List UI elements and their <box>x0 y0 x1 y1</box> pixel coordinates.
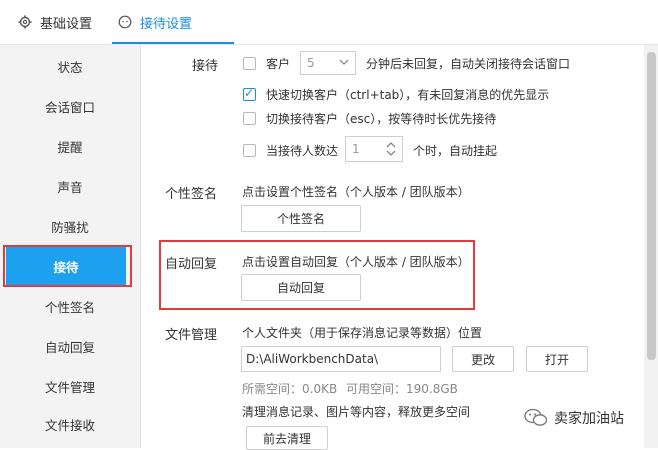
sidebar-item-label: 状态 <box>57 59 83 75</box>
watermark-text: 卖家加油站 <box>554 411 624 427</box>
clean-button[interactable]: 前去清理 <box>246 426 328 450</box>
signature-description: 点击设置个性签名（个人版本 / 团队版本） <box>242 185 470 199</box>
tab-reception-settings[interactable]: 接待设置 <box>118 0 192 44</box>
watermark: 卖家加油站 <box>524 408 624 428</box>
top-tab-bar: 基础设置 接待设置 <box>0 0 658 45</box>
auto-reply-button[interactable]: 自动回复 <box>241 274 361 301</box>
switch-customer-label: 切换接待客户（esc），按等待时长优先接待 <box>266 112 497 126</box>
switch-customer-checkbox[interactable] <box>243 112 256 125</box>
clean-description: 清理消息记录、图片等内容，释放更多空间 <box>242 405 471 419</box>
sidebar-item-label: 提醒 <box>57 139 83 155</box>
gear-icon <box>18 15 32 29</box>
reception-count-stepper[interactable]: 1 <box>345 136 403 162</box>
sidebar-item-file-management[interactable]: 文件管理 <box>0 366 140 406</box>
tab-basic-settings[interactable]: 基础设置 <box>18 0 92 44</box>
customer-timeout-checkbox[interactable] <box>243 57 256 70</box>
reception-count-value: 1 <box>352 142 360 156</box>
sidebar-item-anti-harassment[interactable]: 防骚扰 <box>0 206 140 246</box>
file-path-input[interactable]: D:\AliWorkbenchData\ <box>241 346 441 372</box>
quick-switch-label: 快速切换客户（ctrl+tab），有未回复消息的优先显示 <box>266 88 550 102</box>
free-space-text: 可用空间：190.8GB <box>346 382 458 396</box>
auto-reply-section-label: 自动回复 <box>165 257 218 272</box>
sidebar-item-auto-reply[interactable]: 自动回复 <box>0 326 140 366</box>
sidebar-item-label: 个性签名 <box>44 299 95 315</box>
wechat-icon <box>524 408 548 428</box>
auto-reply-description: 点击设置自动回复（个人版本 / 团队版本） <box>242 255 470 269</box>
highlight-box-sidebar <box>3 245 132 287</box>
sidebar-item-file-receive[interactable]: 文件接收 <box>0 404 140 444</box>
minutes-select[interactable]: 5 <box>300 51 356 75</box>
sidebar-item-label: 会话窗口 <box>44 99 95 115</box>
sidebar-item-sound[interactable]: 声音 <box>0 166 140 206</box>
sidebar-item-label: 文件管理 <box>44 379 95 395</box>
minutes-value: 5 <box>307 56 315 70</box>
sidebar-item-label: 文件接收 <box>44 417 95 433</box>
file-folder-description: 个人文件夹（用于保存消息记录等数据）位置 <box>242 326 483 340</box>
reception-section-label: 接待 <box>192 59 219 74</box>
auto-hangup-label: 当接待人数达 <box>266 144 339 158</box>
customer-checkbox-label: 客户 <box>266 57 291 71</box>
sidebar-item-chat-window[interactable]: 会话窗口 <box>0 86 140 126</box>
sidebar-item-signature[interactable]: 个性签名 <box>0 286 140 326</box>
stepper-arrows-icon <box>385 140 397 160</box>
scrollbar-thumb[interactable] <box>647 52 656 360</box>
auto-hangup-suffix: 个时，自动挂起 <box>413 144 498 158</box>
sidebar-item-label: 声音 <box>57 179 83 195</box>
active-tab-indicator <box>112 42 234 44</box>
auto-hangup-checkbox[interactable] <box>243 144 256 157</box>
sidebar-item-label: 自动回复 <box>44 339 95 355</box>
sidebar-item-status[interactable]: 状态 <box>0 46 140 86</box>
tab-reception-settings-label: 接待设置 <box>140 16 193 32</box>
tab-basic-settings-label: 基础设置 <box>40 16 93 32</box>
sidebar-item-reminder[interactable]: 提醒 <box>0 126 140 166</box>
signature-button[interactable]: 个性签名 <box>241 205 361 232</box>
open-folder-button[interactable]: 打开 <box>526 346 588 372</box>
chevron-down-icon <box>339 58 349 68</box>
sidebar-item-label: 防骚扰 <box>51 219 89 235</box>
chat-bubble-icon <box>118 15 132 29</box>
quick-switch-checkbox[interactable] <box>243 86 256 101</box>
used-space-text: 所需空间：0.0KB <box>242 382 338 396</box>
file-management-section-label: 文件管理 <box>165 328 218 343</box>
signature-section-label: 个性签名 <box>165 187 218 202</box>
change-path-button[interactable]: 更改 <box>452 346 514 372</box>
customer-timeout-suffix: 分钟后未回复，自动关闭接待会话窗口 <box>366 57 571 71</box>
